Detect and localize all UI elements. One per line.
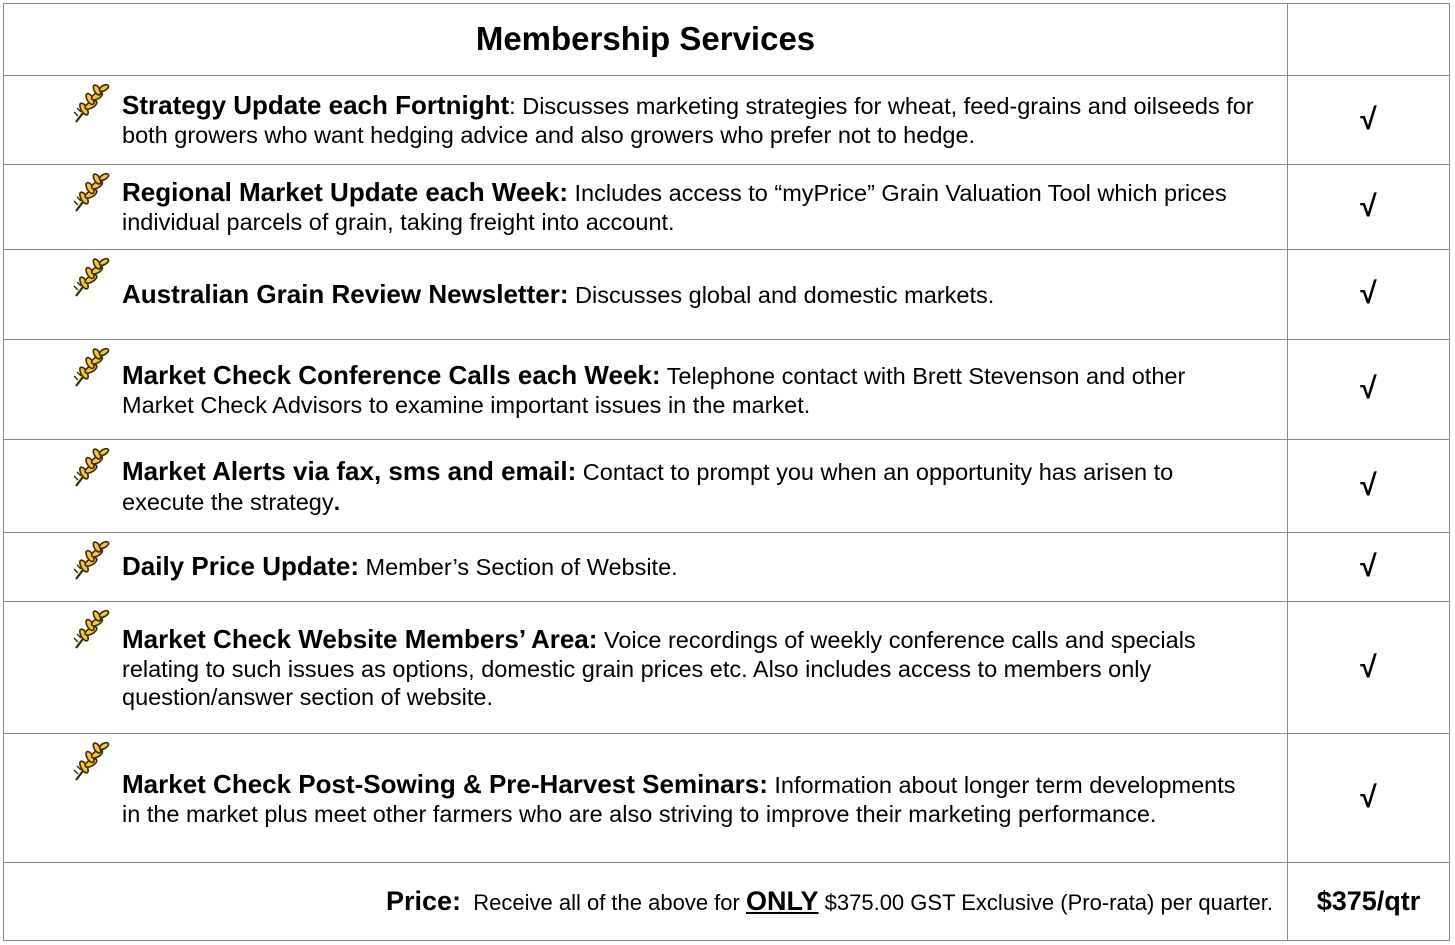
service-title: Australian Grain Review Newsletter:: [122, 278, 569, 309]
wheat-icon: [72, 539, 111, 581]
service-cell: Regional Market Update each Week: Includ…: [3, 163, 1288, 250]
service-title: Market Check Conference Calls each Week:: [122, 359, 661, 390]
service-cell: Market Check Post-Sowing & Pre-Harvest S…: [3, 733, 1288, 863]
wheat-icon: [72, 171, 111, 212]
service-row: Market Check Post-Sowing & Pre-Harvest S…: [3, 733, 1450, 863]
wheat-icon: [72, 81, 111, 123]
included-check: √: [1287, 248, 1450, 340]
table-title: Membership Services: [3, 3, 1288, 76]
service-text: Australian Grain Review Newsletter: Disc…: [122, 279, 1257, 310]
included-check: √: [1287, 338, 1450, 441]
included-check: √: [1287, 733, 1450, 863]
service-row: Market Alerts via fax, sms and email: Co…: [3, 439, 1450, 534]
service-title: Strategy Update each Fortnight: [122, 90, 510, 121]
service-text: Regional Market Update each Week: Includ…: [122, 177, 1257, 236]
service-cell: Australian Grain Review Newsletter: Disc…: [3, 248, 1288, 340]
service-cell: Market Check Website Members’ Area: Voic…: [3, 600, 1288, 735]
header-empty-cell: [1287, 3, 1450, 76]
service-title: Regional Market Update each Week:: [122, 177, 568, 208]
membership-services-table: Membership Services Strategy Update each…: [3, 3, 1450, 942]
price-description-cell: Price: Receive all of the above for ONLY…: [3, 861, 1288, 942]
service-row: Daily Price Update: Member’s Section of …: [3, 532, 1450, 602]
wheat-icon: [72, 740, 111, 782]
price-row: Price: Receive all of the above for ONLY…: [3, 861, 1450, 942]
service-row: Strategy Update each Fortnight: Discusse…: [3, 74, 1450, 165]
included-check: √: [1287, 163, 1450, 250]
wheat-icon: [72, 446, 111, 488]
service-title: Daily Price Update:: [122, 551, 359, 582]
price-text-after: $375.00 GST Exclusive (Pro-rata) per qua…: [824, 889, 1273, 915]
service-description: Discusses global and domestic markets.: [575, 281, 995, 308]
service-cell: Market Alerts via fax, sms and email: Co…: [3, 439, 1288, 534]
only-emphasis: ONLY: [745, 885, 819, 916]
service-title: Market Check Website Members’ Area:: [122, 623, 598, 654]
service-text: Market Check Website Members’ Area: Voic…: [122, 624, 1257, 712]
wheat-icon: [72, 255, 111, 297]
service-text: Market Alerts via fax, sms and email: Co…: [122, 456, 1174, 515]
service-row: Australian Grain Review Newsletter: Disc…: [3, 248, 1450, 340]
service-row: Regional Market Update each Week: Includ…: [3, 163, 1450, 250]
price-amount: $375/qtr: [1287, 861, 1450, 942]
header-row: Membership Services: [3, 3, 1450, 76]
service-row: Market Check Website Members’ Area: Voic…: [3, 600, 1450, 735]
service-cell: Market Check Conference Calls each Week:…: [3, 338, 1288, 441]
service-title: Market Alerts via fax, sms and email:: [122, 456, 577, 487]
service-text: Daily Price Update: Member’s Section of …: [122, 551, 1257, 582]
service-description: Member’s Section of Website.: [365, 554, 678, 581]
wheat-icon: [72, 608, 111, 650]
service-text: Strategy Update each Fortnight: Discusse…: [122, 90, 1254, 149]
included-check: √: [1287, 439, 1450, 534]
included-check: √: [1287, 532, 1450, 602]
price-label: Price:: [385, 885, 462, 916]
included-check: √: [1287, 600, 1450, 735]
service-text: Market Check Conference Calls each Week:…: [122, 360, 1257, 419]
price-text-before: Receive all of the above for: [473, 889, 740, 915]
included-check: √: [1287, 74, 1450, 165]
service-row: Market Check Conference Calls each Week:…: [3, 338, 1450, 441]
service-text: Market Check Post-Sowing & Pre-Harvest S…: [122, 769, 1257, 828]
service-title: Market Check Post-Sowing & Pre-Harvest S…: [122, 768, 768, 799]
wheat-icon: [72, 346, 111, 387]
service-cell: Strategy Update each Fortnight: Discusse…: [3, 74, 1288, 165]
service-cell: Daily Price Update: Member’s Section of …: [3, 532, 1288, 602]
